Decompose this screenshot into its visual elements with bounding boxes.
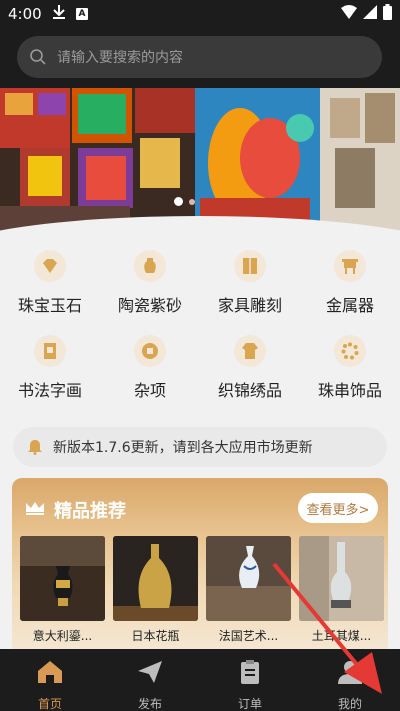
category-label: 陶瓷紫砂 [117, 296, 182, 315]
status-bar: 4:00 A [0, 0, 400, 30]
carousel-dot [189, 199, 195, 205]
category-label: 珠串饰品 [317, 381, 382, 400]
notification-a-icon: A [76, 8, 88, 20]
battery-icon [383, 4, 392, 20]
item-name: 日本花瓶 [131, 629, 180, 643]
recommend-item[interactable]: 意大利鎏... [20, 536, 105, 644]
category-label: 珠宝玉石 [17, 296, 82, 315]
tab-mine[interactable]: 我的 [300, 649, 400, 711]
status-time: 4:00 [8, 5, 42, 23]
item-name: 法国艺术... [218, 629, 279, 643]
paper-plane-icon [138, 661, 162, 683]
recommend-section: 精品推荐 查看更多> 意大利鎏... 日本花瓶 法国艺术... 土耳其煤... [12, 478, 388, 658]
category-metalware[interactable]: 金属器 [300, 250, 400, 316]
search-icon [30, 49, 46, 65]
tab-label: 我的 [337, 697, 362, 711]
tab-label: 首页 [37, 697, 62, 711]
gem-icon [34, 250, 66, 282]
category-calligraphy[interactable]: 书法字画 [0, 335, 100, 401]
crown-icon [26, 502, 44, 515]
carousel-dot-active [174, 197, 183, 206]
recommend-item[interactable]: 法国艺术... [206, 536, 291, 644]
view-more-button[interactable]: 查看更多> [298, 493, 378, 523]
category-beads[interactable]: 珠串饰品 [300, 335, 400, 401]
item-name: 土耳其煤... [311, 629, 372, 643]
vase-icon [134, 250, 166, 282]
download-icon [53, 5, 65, 19]
banner-carousel[interactable] [0, 88, 400, 238]
item-name: 意大利鎏... [32, 629, 93, 643]
tab-home[interactable]: 首页 [0, 649, 100, 711]
category-jewelry[interactable]: 珠宝玉石 [0, 250, 100, 316]
tab-label: 订单 [237, 697, 262, 711]
home-icon [38, 661, 62, 683]
item-image [113, 536, 198, 621]
carousel-indicator [174, 197, 195, 206]
category-label: 织锦绣品 [217, 381, 282, 400]
profile-icon [338, 661, 362, 684]
bronze-vessel-icon [334, 250, 366, 282]
update-notice[interactable]: 新版本1.7.6更新，请到各大应用市场更新 [13, 427, 387, 467]
recommend-item[interactable]: 土耳其煤... [299, 536, 384, 644]
recommend-item[interactable]: 日本花瓶 [113, 536, 198, 644]
coin-icon [134, 335, 166, 367]
tab-label: 发布 [137, 697, 162, 711]
notice-text: 新版本1.7.6更新，请到各大应用市场更新 [53, 440, 313, 456]
recommend-title: 精品推荐 [54, 501, 126, 522]
category-label: 金属器 [325, 296, 374, 315]
item-image [206, 536, 291, 621]
category-textile[interactable]: 织锦绣品 [200, 335, 300, 401]
search-bar[interactable]: 请输入要搜索的内容 [17, 36, 382, 78]
beads-icon [334, 335, 366, 367]
search-placeholder: 请输入要搜索的内容 [57, 50, 183, 66]
category-label: 家具雕刻 [217, 296, 282, 315]
bell-icon [28, 440, 42, 455]
wifi-icon [341, 5, 357, 19]
category-grid: 珠宝玉石 陶瓷紫砂 家具雕刻 金属器 书法字画 杂项 织锦绣品 珠串饰品 [0, 245, 400, 415]
category-ceramics[interactable]: 陶瓷紫砂 [100, 250, 200, 316]
cabinet-icon [234, 250, 266, 282]
tab-publish[interactable]: 发布 [100, 649, 200, 711]
robe-icon [234, 335, 266, 367]
category-label: 杂项 [133, 381, 166, 400]
item-image [299, 536, 384, 621]
bottom-nav: 首页 发布 订单 我的 [0, 649, 400, 711]
category-label: 书法字画 [17, 381, 82, 400]
tab-orders[interactable]: 订单 [200, 649, 300, 711]
category-misc[interactable]: 杂项 [100, 335, 200, 401]
clipboard-icon [241, 660, 259, 684]
item-image [20, 536, 105, 621]
category-furniture[interactable]: 家具雕刻 [200, 250, 300, 316]
signal-icon [363, 5, 377, 19]
scroll-icon [34, 335, 66, 367]
